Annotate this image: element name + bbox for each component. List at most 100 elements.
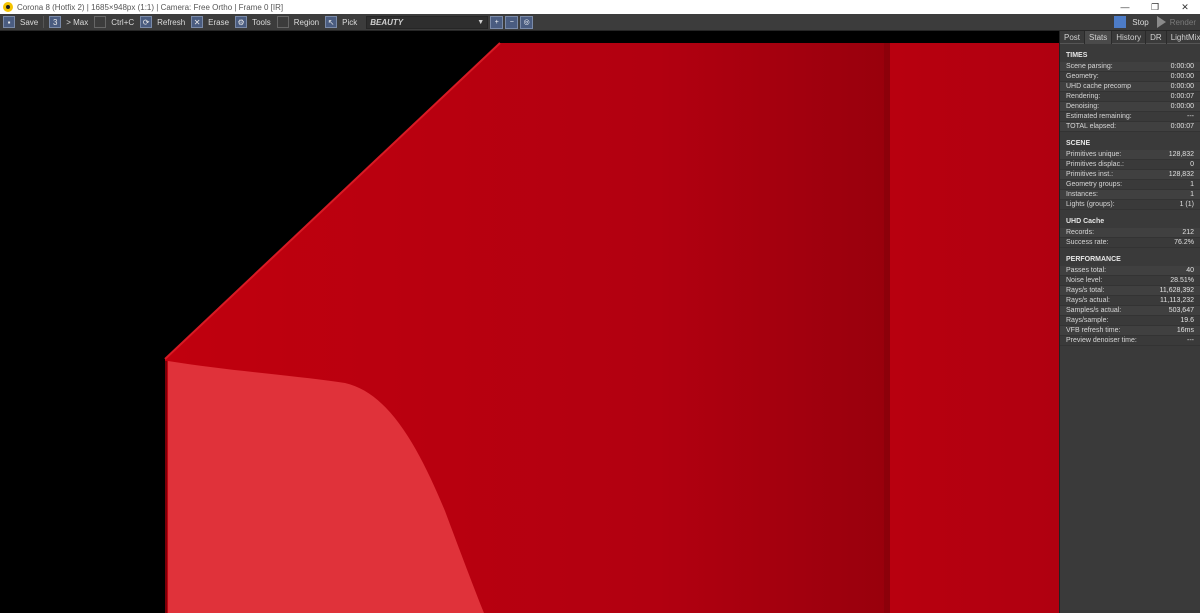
stat-label: Instances: xyxy=(1066,191,1098,198)
stat-label: Geometry: xyxy=(1066,73,1099,80)
gear-icon: ⚙ xyxy=(235,16,248,28)
max-label: > Max xyxy=(66,17,89,27)
stat-value: 0:00:07 xyxy=(1170,93,1194,100)
tab-lightmix[interactable]: LightMix xyxy=(1167,31,1200,44)
stat-label: Rays/sample: xyxy=(1066,317,1109,324)
stat-value: 0:00:00 xyxy=(1170,103,1194,110)
vfb-toolbar: ▪ Save 3 > Max Ctrl+C ⟳ Refresh ✕ Erase … xyxy=(0,14,1200,31)
render-viewport[interactable] xyxy=(0,31,1059,613)
render-button[interactable]: Render xyxy=(1153,16,1200,28)
stop-label: Stop xyxy=(1132,17,1149,27)
stats-row: Records: 212 xyxy=(1060,228,1200,238)
stat-label: Primitives displac.: xyxy=(1066,161,1124,168)
copy-icon xyxy=(94,16,107,28)
refresh-button[interactable]: ⟳ Refresh xyxy=(137,15,188,30)
render-pass-dropdown[interactable]: BEAUTY ▼ xyxy=(366,15,489,29)
stats-row: Estimated remaining: --- xyxy=(1060,112,1200,122)
stats-table: Records: 212 Success rate: 76.2% xyxy=(1060,228,1200,248)
section-heading: UHD Cache xyxy=(1066,218,1105,225)
zoom-fit-icon[interactable]: ◎ xyxy=(520,15,534,29)
zoom-out-icon[interactable]: − xyxy=(505,15,519,29)
stat-value: 212 xyxy=(1182,229,1194,236)
refresh-label: Refresh xyxy=(157,17,186,27)
tools-button[interactable]: ⚙ Tools xyxy=(232,15,274,30)
window-title: Corona 8 (Hotfix 2) | 1685×948px (1:1) |… xyxy=(17,2,284,12)
stat-value: 16ms xyxy=(1176,327,1194,334)
stop-icon xyxy=(1114,16,1127,28)
stat-value: --- xyxy=(1187,113,1194,120)
stat-value: 503,647 xyxy=(1168,307,1194,314)
region-select-icon xyxy=(276,16,289,28)
stats-row: Primitives displac.: 0 xyxy=(1060,160,1200,170)
stat-value: 28.51% xyxy=(1170,277,1194,284)
tab-stats[interactable]: Stats xyxy=(1085,31,1113,44)
render-label: Render xyxy=(1169,17,1196,27)
stats-row: Geometry groups: 1 xyxy=(1060,180,1200,190)
stat-value: 11,113,232 xyxy=(1160,297,1194,304)
stat-value: 128,832 xyxy=(1168,151,1194,158)
close-button[interactable]: ✕ xyxy=(1170,0,1200,14)
stat-value: 1 (1) xyxy=(1179,201,1194,208)
stat-value: 128,832 xyxy=(1168,171,1194,178)
stats-row: Lights (groups): 1 (1) xyxy=(1060,200,1200,210)
stat-label: VFB refresh time: xyxy=(1066,327,1121,334)
title-bar: Corona 8 (Hotfix 2) | 1685×948px (1:1) |… xyxy=(0,0,1200,14)
stop-button[interactable]: Stop xyxy=(1110,16,1152,28)
stat-label: Rays/s actual: xyxy=(1066,297,1110,304)
stats-row: Noise level: 28.51% xyxy=(1060,276,1200,286)
region-button[interactable]: Region xyxy=(274,15,322,30)
render-pass-value: BEAUTY xyxy=(370,17,404,27)
restore-button[interactable]: ❐ xyxy=(1140,0,1170,14)
stats-table: Passes total: 40 Noise level: 28.51% Rays/s … xyxy=(1060,266,1200,346)
max-icon: 3 xyxy=(49,16,62,28)
stats-row: Rendering: 0:00:07 xyxy=(1060,92,1200,102)
refresh-icon: ⟳ xyxy=(140,16,153,28)
stats-table: Scene parsing: 0:00:00 Geometry: 0:00:00 UHD… xyxy=(1060,62,1200,132)
stats-row: Preview denoiser time: --- xyxy=(1060,336,1200,346)
stats-row: VFB refresh time: 16ms xyxy=(1060,326,1200,336)
pick-button[interactable]: ↖ Pick xyxy=(322,15,360,30)
stats-row: Geometry: 0:00:00 xyxy=(1060,72,1200,82)
stat-value: 1 xyxy=(1190,191,1194,198)
play-icon xyxy=(1156,16,1166,28)
stats-row: Denoising: 0:00:00 xyxy=(1060,102,1200,112)
tab-dr[interactable]: DR xyxy=(1146,31,1167,44)
save-max-button[interactable]: 3 > Max xyxy=(46,15,91,30)
stat-label: Success rate: xyxy=(1066,239,1109,246)
stat-label: Rays/s total: xyxy=(1066,287,1105,294)
stat-label: TOTAL elapsed: xyxy=(1066,123,1117,130)
stats-row: Rays/s total: 11,628,392 xyxy=(1060,286,1200,296)
stat-value: 0 xyxy=(1190,161,1194,168)
stat-label: Scene parsing: xyxy=(1066,63,1113,70)
save-button[interactable]: ▪ Save xyxy=(0,15,41,30)
zoom-in-icon[interactable]: + xyxy=(490,15,504,29)
stat-label: Geometry groups: xyxy=(1066,181,1123,188)
floppy-disk-icon: ▪ xyxy=(3,16,15,28)
minimize-button[interactable]: — xyxy=(1110,0,1140,14)
stat-value: 40 xyxy=(1186,267,1194,274)
stats-row: Instances: 1 xyxy=(1060,190,1200,200)
stats-sections: TIMES Scene parsing: 0:00:00 Geometry: 0:00:… xyxy=(1060,51,1200,346)
stat-label: Lights (groups): xyxy=(1066,201,1115,208)
stats-row: Success rate: 76.2% xyxy=(1060,238,1200,248)
copy-button[interactable]: Ctrl+C xyxy=(91,15,137,30)
stat-label: Preview denoiser time: xyxy=(1066,337,1137,344)
save-label: Save xyxy=(20,17,39,27)
stats-row: UHD cache precomp 0:00:00 xyxy=(1060,82,1200,92)
erase-icon: ✕ xyxy=(191,16,204,28)
stat-value: --- xyxy=(1187,337,1194,344)
corona-logo-icon xyxy=(3,2,13,12)
tools-label: Tools xyxy=(252,17,271,27)
toolbar-divider xyxy=(43,16,45,28)
erase-button[interactable]: ✕ Erase xyxy=(188,15,232,30)
stats-row: Scene parsing: 0:00:00 xyxy=(1060,62,1200,72)
erase-label: Erase xyxy=(208,17,230,27)
stats-panel: Post Stats History DR LightMix TIMES Scene pa… xyxy=(1059,31,1200,613)
stat-value: 0:00:07 xyxy=(1170,123,1194,130)
region-label: Region xyxy=(293,17,320,27)
stat-label: Records: xyxy=(1066,229,1095,236)
tab-post[interactable]: Post xyxy=(1060,31,1086,44)
stat-label: Primitives inst.: xyxy=(1066,171,1114,178)
stat-label: Denoising: xyxy=(1066,103,1100,110)
tab-history[interactable]: History xyxy=(1112,31,1147,44)
